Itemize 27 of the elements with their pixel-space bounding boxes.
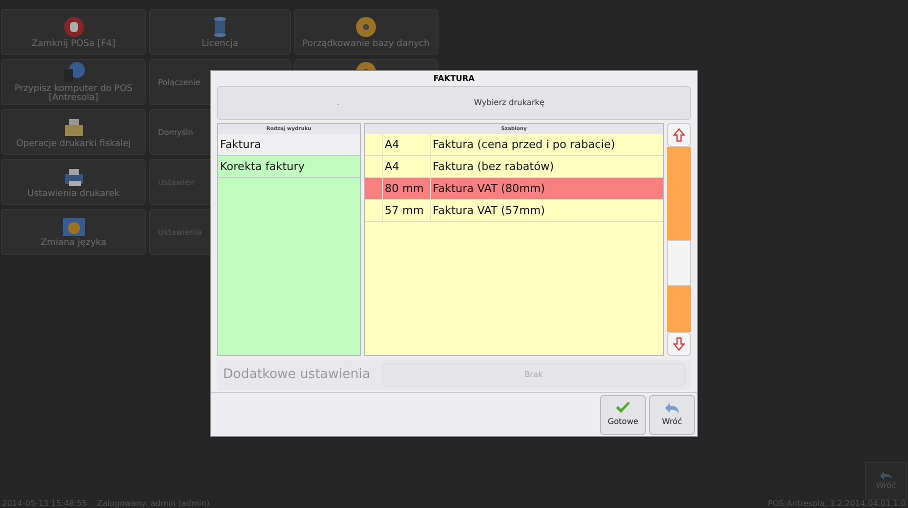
table-cell: A4 <box>382 134 431 155</box>
table-cell: 57 mm <box>382 200 431 221</box>
table-row[interactable]: A4 Faktura (bez rabatów) <box>364 156 664 178</box>
tile-label: Domyśln <box>158 128 194 136</box>
table-cell-text: Faktura VAT (80mm) <box>432 181 546 197</box>
tile-label: Połączenie <box>158 78 200 86</box>
tile-label: Operacje drukarki fiskalej <box>16 140 131 148</box>
dialog-title: FAKTURA <box>433 74 475 84</box>
select-printer-button[interactable]: . Wybierz drukarkę <box>217 86 691 120</box>
table-row[interactable]: 57 mm Faktura VAT (57mm) <box>364 200 664 222</box>
table-cell-text: Faktura VAT (57mm) <box>432 203 546 219</box>
list-item[interactable]: Faktura <box>218 134 360 156</box>
done-button[interactable]: Gotowe <box>600 394 646 434</box>
table-cell: A4 <box>382 156 431 177</box>
tile-label: Ustawienia drukarek <box>27 190 120 198</box>
tile-label: Porządkowanie bazy danych <box>302 40 430 48</box>
tile-label: Zamknij POSa [F4] <box>32 40 116 48</box>
table-row[interactable]: A4 Faktura (cena przed i po rabacie) <box>364 134 664 156</box>
tile-label: Zmiana języka <box>40 238 106 248</box>
table-cell-text: Faktura (bez rabatów) <box>432 159 555 175</box>
back-button[interactable]: Wróć <box>649 394 695 434</box>
tile-label: Licencja <box>202 40 238 48</box>
table-cell-text: Faktura (cena przed i po rabacie) <box>432 137 616 153</box>
extra-settings-label: Dodatkowe ustawienia <box>223 366 370 384</box>
table-cell: 80 mm <box>382 178 431 199</box>
tile-label: Przypisz komputer do POS [Antresola] <box>13 85 134 103</box>
table-row[interactable]: 80 mm Faktura VAT (80mm) <box>364 178 664 200</box>
